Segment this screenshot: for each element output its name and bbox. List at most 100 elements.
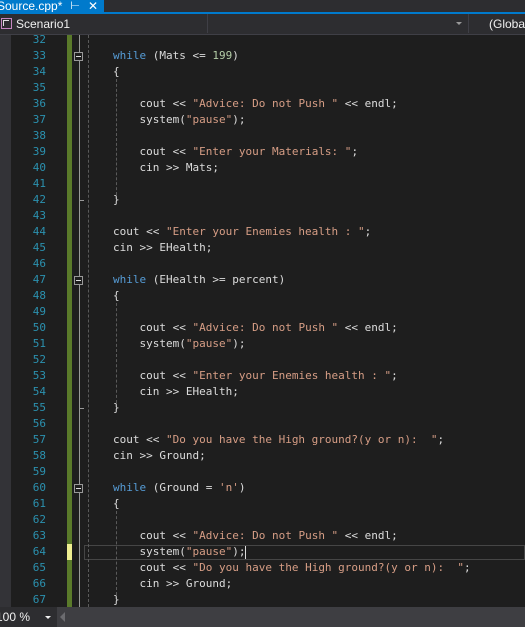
tab-source-cpp[interactable]: Source.cpp* ⊢ ✕ bbox=[0, 0, 104, 12]
line-number: 33 bbox=[32, 49, 46, 62]
line-number: 48 bbox=[32, 289, 46, 302]
project-icon bbox=[1, 18, 12, 29]
close-icon[interactable]: ✕ bbox=[88, 0, 98, 12]
code-text: cin >> EHealth; bbox=[113, 241, 213, 254]
code-text: cin >> Mats; bbox=[113, 161, 219, 174]
zoom-dropdown[interactable]: 100 % bbox=[0, 607, 57, 627]
line-number: 34 bbox=[32, 65, 46, 78]
code-line[interactable]: 65 cout << "Do you have the High ground?… bbox=[0, 560, 525, 576]
code-line[interactable]: 53 cout << "Enter your Enemies health : … bbox=[0, 368, 525, 384]
code-line[interactable]: 56 bbox=[0, 416, 525, 432]
indent-guide bbox=[88, 35, 89, 607]
code-line[interactable]: 54 cin >> EHealth; bbox=[0, 384, 525, 400]
code-text: cout << "Enter your Materials: "; bbox=[113, 145, 359, 158]
code-line[interactable]: 62 bbox=[0, 512, 525, 528]
code-line[interactable]: 63 cout << "Advice: Do not Push " << end… bbox=[0, 528, 525, 544]
indent-guide bbox=[116, 303, 117, 403]
code-line[interactable]: 59 bbox=[0, 464, 525, 480]
code-text: while (EHealth >= percent) bbox=[113, 273, 286, 286]
code-line[interactable]: 48 { bbox=[0, 288, 525, 304]
member-dropdown[interactable]: (Global Scope) bbox=[469, 14, 525, 33]
line-number: 35 bbox=[32, 81, 46, 94]
code-text: cout << "Advice: Do not Push " << endl; bbox=[113, 529, 398, 542]
code-line[interactable]: 64 system("pause"); bbox=[0, 544, 525, 560]
code-line[interactable]: 35 bbox=[0, 80, 525, 96]
line-number: 50 bbox=[32, 321, 46, 334]
line-number: 61 bbox=[32, 497, 46, 510]
line-number: 59 bbox=[32, 465, 46, 478]
chevron-down-icon bbox=[45, 616, 51, 619]
navigation-bar: Scenario1 (Global Scope) bbox=[0, 14, 525, 35]
code-text: cout << "Enter your Enemies health : "; bbox=[113, 225, 372, 238]
line-number: 40 bbox=[32, 161, 46, 174]
pin-icon[interactable]: ⊢ bbox=[70, 1, 80, 12]
line-number: 65 bbox=[32, 561, 46, 574]
code-line[interactable]: 44 cout << "Enter your Enemies health : "… bbox=[0, 224, 525, 240]
code-line[interactable]: 43 bbox=[0, 208, 525, 224]
code-editor[interactable]: 32 33 while (Mats <= 199) 34 {35 36 cout << "… bbox=[0, 35, 525, 607]
code-line[interactable]: 41 bbox=[0, 176, 525, 192]
line-number: 64 bbox=[32, 545, 46, 558]
project-dropdown[interactable]: Scenario1 bbox=[0, 14, 208, 33]
code-text: while (Ground = 'n') bbox=[113, 481, 246, 494]
collapse-icon[interactable] bbox=[74, 52, 83, 61]
code-line[interactable]: 36 cout << "Advice: Do not Push " << end… bbox=[0, 96, 525, 112]
code-line[interactable]: 50 cout << "Advice: Do not Push " << end… bbox=[0, 320, 525, 336]
line-number: 38 bbox=[32, 129, 46, 142]
indent-guide bbox=[116, 511, 117, 595]
line-number: 52 bbox=[32, 353, 46, 366]
code-line[interactable]: 52 bbox=[0, 352, 525, 368]
code-text: cout << "Do you have the High ground?(y … bbox=[113, 561, 471, 574]
code-line[interactable]: 67} bbox=[0, 592, 525, 607]
code-line[interactable]: 46 bbox=[0, 256, 525, 272]
code-text: cout << "Advice: Do not Push " << endl; bbox=[113, 97, 398, 110]
collapse-icon[interactable] bbox=[74, 276, 83, 285]
outline-end-tick bbox=[79, 200, 84, 201]
line-number: 49 bbox=[32, 305, 46, 318]
code-text: cin >> EHealth; bbox=[113, 385, 239, 398]
line-number: 39 bbox=[32, 145, 46, 158]
code-line[interactable]: 49 bbox=[0, 304, 525, 320]
line-number: 63 bbox=[32, 529, 46, 542]
line-number: 44 bbox=[32, 225, 46, 238]
code-line[interactable]: 40 cin >> Mats; bbox=[0, 160, 525, 176]
line-number: 47 bbox=[32, 273, 46, 286]
code-text: system("pause"); bbox=[113, 545, 247, 559]
line-number: 54 bbox=[32, 385, 46, 398]
code-line[interactable]: 66 cin >> Ground; bbox=[0, 576, 525, 592]
code-text: cin >> Ground; bbox=[113, 577, 233, 590]
code-line[interactable]: 51 system("pause"); bbox=[0, 336, 525, 352]
editor-status-bar: 100 % bbox=[0, 607, 525, 627]
code-line[interactable]: 57 cout << "Do you have the High ground?(… bbox=[0, 432, 525, 448]
outline-end-tick bbox=[79, 408, 84, 409]
text-caret bbox=[245, 545, 247, 559]
collapse-icon[interactable] bbox=[74, 484, 83, 493]
code-line[interactable]: 45 cin >> EHealth; bbox=[0, 240, 525, 256]
code-text: { bbox=[113, 65, 120, 78]
document-tab-bar: Source.cpp* ⊢ ✕ bbox=[0, 0, 525, 12]
line-number: 45 bbox=[32, 241, 46, 254]
line-number: 46 bbox=[32, 257, 46, 270]
line-number: 60 bbox=[32, 481, 46, 494]
scope-dropdown[interactable] bbox=[208, 14, 469, 33]
code-line[interactable]: 37 system("pause"); bbox=[0, 112, 525, 128]
code-line[interactable]: 38 bbox=[0, 128, 525, 144]
line-number: 37 bbox=[32, 113, 46, 126]
code-line[interactable]: 39 cout << "Enter your Materials: "; bbox=[0, 144, 525, 160]
code-line[interactable]: 32 bbox=[0, 35, 525, 48]
line-number: 62 bbox=[32, 513, 46, 526]
line-number: 42 bbox=[32, 193, 46, 206]
zoom-level: 100 % bbox=[0, 610, 31, 624]
code-line[interactable]: 58 cin >> Ground; bbox=[0, 448, 525, 464]
line-number: 53 bbox=[32, 369, 46, 382]
indent-guide bbox=[116, 79, 117, 195]
line-number: 43 bbox=[32, 209, 46, 222]
tab-title: Source.cpp* bbox=[0, 0, 63, 13]
unsaved-change-marker bbox=[67, 544, 72, 560]
line-number: 41 bbox=[32, 177, 46, 190]
code-line[interactable]: 34 { bbox=[0, 64, 525, 80]
code-line[interactable]: 61 { bbox=[0, 496, 525, 512]
scroll-left-icon[interactable] bbox=[60, 612, 65, 622]
code-text: cout << "Do you have the High ground?(y … bbox=[113, 433, 445, 446]
line-number: 36 bbox=[32, 97, 46, 110]
